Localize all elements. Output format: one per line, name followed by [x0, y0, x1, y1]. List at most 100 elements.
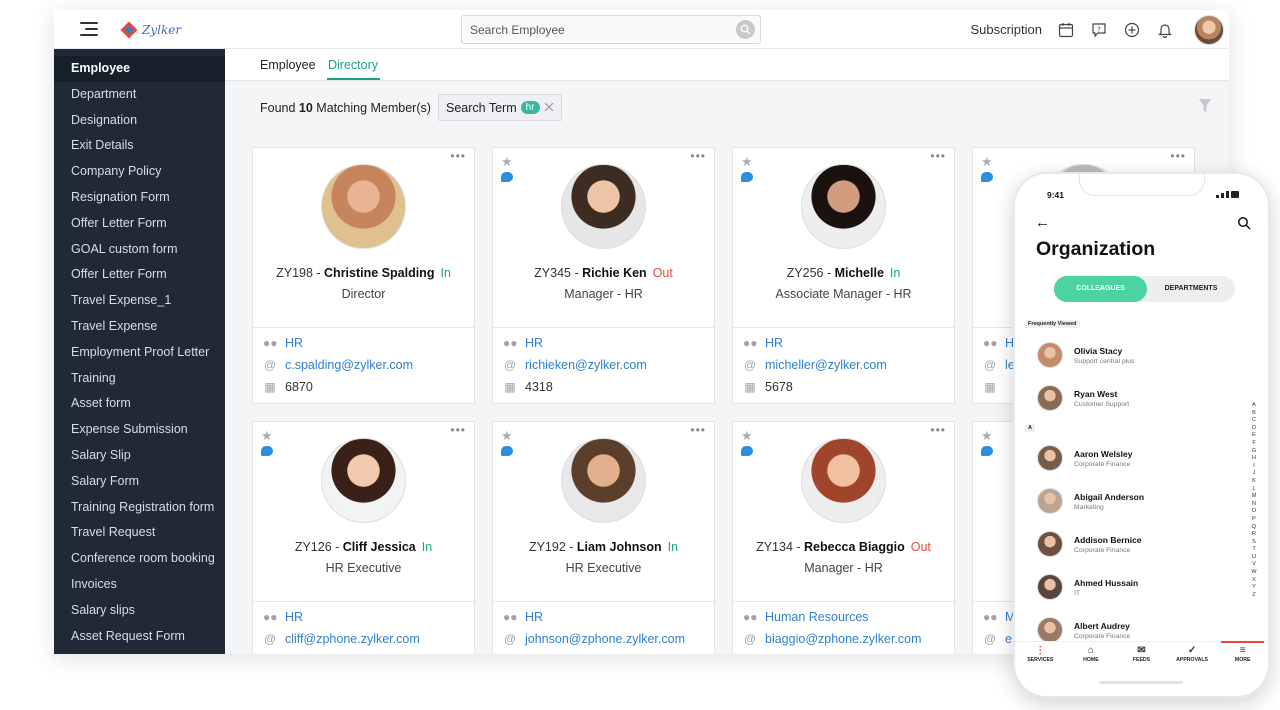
more-options-icon[interactable]: ••• — [690, 423, 706, 437]
user-avatar[interactable] — [1194, 14, 1224, 45]
sidebar-item-travel-expense[interactable]: Travel Expense — [54, 314, 225, 340]
search-icon[interactable] — [736, 20, 755, 39]
add-icon[interactable] — [1122, 20, 1142, 40]
employee-name[interactable]: Christine Spalding — [324, 266, 434, 280]
contact-row[interactable]: Abigail Anderson Marketing — [1037, 485, 1144, 517]
employee-card[interactable]: ••• ★ ZY192 - Liam Johnson In HR Executive ●●… — [492, 421, 715, 654]
back-arrow-icon[interactable]: ← — [1035, 214, 1050, 231]
department-link[interactable]: HR — [525, 610, 543, 624]
more-options-icon[interactable]: ••• — [450, 423, 466, 437]
sidebar-item-exit-details[interactable]: Exit Details — [54, 133, 225, 159]
close-icon[interactable] — [542, 100, 556, 114]
department-link[interactable]: HR — [285, 610, 303, 624]
employee-card[interactable]: ••• ★ ZY256 - Michelle In Associate Manager … — [732, 147, 955, 404]
star-icon[interactable]: ★ — [741, 428, 753, 444]
alphabet-letter[interactable]: B — [1250, 410, 1258, 418]
contact-row[interactable]: Ahmed Hussain IT — [1037, 571, 1138, 603]
sidebar-item-salary-slip[interactable]: Salary Slip — [54, 443, 225, 469]
employee-name[interactable]: Michelle — [835, 266, 884, 280]
alphabet-letter[interactable]: C — [1250, 417, 1258, 425]
employee-card[interactable]: ••• ★ ZY126 - Cliff Jessica In HR Executive ●… — [252, 421, 475, 654]
sidebar-item-training[interactable]: Training — [54, 366, 225, 392]
subscription-link[interactable]: Subscription — [970, 22, 1042, 37]
alphabet-letter[interactable]: X — [1250, 577, 1258, 585]
alphabet-letter[interactable]: A — [1250, 402, 1258, 410]
alphabet-letter[interactable]: M — [1250, 493, 1258, 501]
star-icon[interactable]: ★ — [741, 154, 753, 170]
nav-feeds[interactable]: ✉ FEEDS — [1116, 642, 1167, 673]
alphabet-letter[interactable]: L — [1250, 486, 1258, 494]
sidebar-item-salary-slips[interactable]: Salary slips — [54, 598, 225, 624]
email-link[interactable]: biaggio@zphone.zylker.com — [765, 632, 922, 646]
alphabet-letter[interactable]: Z — [1250, 592, 1258, 600]
chat-icon[interactable] — [501, 172, 513, 182]
search-input[interactable] — [462, 16, 722, 43]
employee-card[interactable]: ••• ★ ZY345 - Richie Ken Out Manager - HR ●● H… — [492, 147, 715, 404]
chat-icon[interactable] — [981, 446, 993, 456]
alphabet-letter[interactable]: E — [1250, 432, 1258, 440]
chat-icon[interactable] — [741, 446, 753, 456]
alphabet-letter[interactable]: N — [1250, 501, 1258, 509]
sidebar-item-offer-letter-form[interactable]: Offer Letter Form — [54, 211, 225, 237]
employee-card[interactable]: ••• ★ ZY134 - Rebecca Biaggio Out Manager - … — [732, 421, 955, 654]
nav-more[interactable]: ≡ MORE — [1217, 641, 1268, 673]
sidebar-item-company-policy[interactable]: Company Policy — [54, 159, 225, 185]
email-link[interactable]: c.spalding@zylker.com — [285, 358, 413, 372]
chat-icon[interactable] — [741, 172, 753, 182]
sidebar-item-employee[interactable]: Employee — [54, 56, 225, 82]
contact-row[interactable]: Olivia Stacy Support central plus — [1037, 339, 1134, 371]
more-options-icon[interactable]: ••• — [690, 149, 706, 163]
more-options-icon[interactable]: ••• — [930, 423, 946, 437]
sidebar-item-asset-request-form[interactable]: Asset Request Form — [54, 624, 225, 650]
sidebar-item-invoices[interactable]: Invoices — [54, 572, 225, 598]
sidebar-item-resignation-form[interactable]: Resignation Form — [54, 185, 225, 211]
employee-name[interactable]: Liam Johnson — [577, 540, 662, 554]
sidebar-item-expense-submission[interactable]: Expense Submission — [54, 417, 225, 443]
email-link[interactable]: johnson@zphone.zylker.com — [525, 632, 685, 646]
department-link[interactable]: Human Resources — [765, 610, 869, 624]
sidebar-item-salary-form[interactable]: Salary Form — [54, 469, 225, 495]
contact-row[interactable]: Addison Bernice Corporate Finance — [1037, 528, 1142, 560]
email-link[interactable]: richieken@zylker.com — [525, 358, 647, 372]
employee-name[interactable]: Rebecca Biaggio — [804, 540, 905, 554]
nav-home[interactable]: ⌂ HOME — [1066, 642, 1117, 673]
menu-icon[interactable] — [80, 22, 98, 36]
logo[interactable]: Zylker — [120, 20, 181, 40]
departments-tab[interactable]: DEPARTMENTS — [1147, 276, 1235, 302]
star-icon[interactable]: ★ — [981, 154, 993, 170]
sidebar-item-designation[interactable]: Designation — [54, 108, 225, 134]
chat-icon[interactable] — [261, 446, 273, 456]
employee-name[interactable]: Cliff Jessica — [343, 540, 416, 554]
star-icon[interactable]: ★ — [981, 428, 993, 444]
sidebar-item-travel-expense-1[interactable]: Travel Expense_1 — [54, 288, 225, 314]
nav-services[interactable]: ⋮ SERVICES — [1015, 642, 1066, 673]
alphabet-index[interactable]: ABCDEFGHIJKLMNOPQRSTUVWXYZ — [1250, 402, 1258, 599]
calendar-icon[interactable] — [1056, 20, 1076, 40]
nav-approvals[interactable]: ✓ APPROVALS — [1167, 642, 1218, 673]
alphabet-letter[interactable]: I — [1250, 463, 1258, 471]
alphabet-letter[interactable]: D — [1250, 425, 1258, 433]
colleagues-tab[interactable]: COLLEAGUES — [1054, 276, 1147, 302]
alphabet-letter[interactable]: R — [1250, 531, 1258, 539]
filter-icon[interactable] — [1198, 98, 1212, 114]
sidebar-item-travel-request[interactable]: Travel Request — [54, 520, 225, 546]
alphabet-letter[interactable]: U — [1250, 554, 1258, 562]
email-link[interactable]: e — [1005, 632, 1012, 646]
alphabet-letter[interactable]: Y — [1250, 584, 1258, 592]
employee-card[interactable]: ••• ZY198 - Christine Spalding In Director ●… — [252, 147, 475, 404]
chat-icon[interactable] — [981, 172, 993, 182]
more-options-icon[interactable]: ••• — [1170, 149, 1186, 163]
alphabet-letter[interactable]: T — [1250, 546, 1258, 554]
search-box[interactable] — [461, 15, 761, 44]
employee-name[interactable]: Richie Ken — [582, 266, 647, 280]
sidebar-item-employment-proof-letter[interactable]: Employment Proof Letter — [54, 340, 225, 366]
alphabet-letter[interactable]: H — [1250, 455, 1258, 463]
sidebar-item-conference-room-booking[interactable]: Conference room booking — [54, 546, 225, 572]
star-icon[interactable]: ★ — [501, 154, 513, 170]
department-link[interactable]: HR — [285, 336, 303, 350]
alphabet-letter[interactable]: P — [1250, 516, 1258, 524]
alphabet-letter[interactable]: G — [1250, 448, 1258, 456]
alphabet-letter[interactable]: S — [1250, 539, 1258, 547]
alphabet-letter[interactable]: V — [1250, 561, 1258, 569]
sidebar-item-training-registration-form[interactable]: Training Registration form — [54, 495, 225, 521]
